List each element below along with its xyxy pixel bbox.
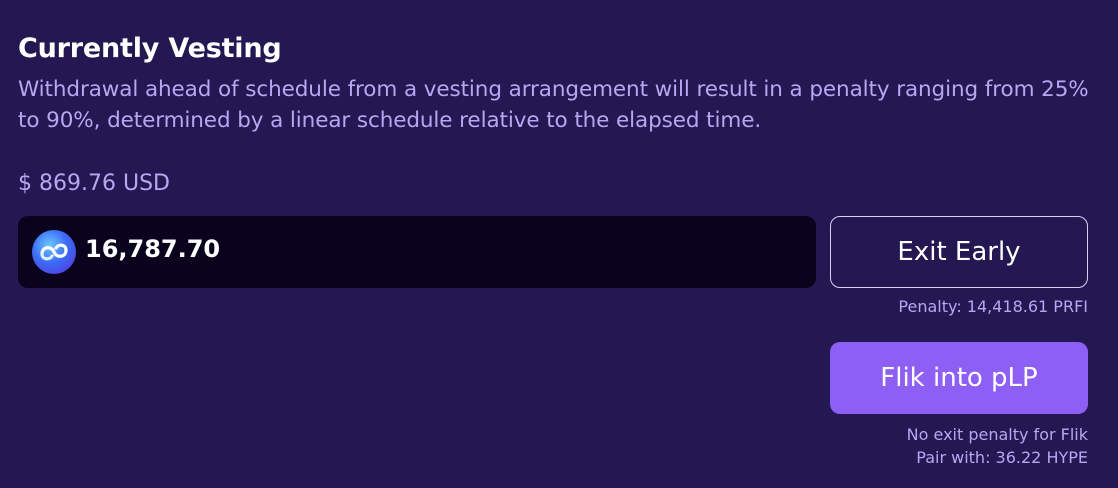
- exit-early-button[interactable]: Exit Early: [830, 216, 1088, 288]
- usd-value: $ 869.76 USD: [18, 171, 170, 196]
- token-logo-icon: [32, 230, 76, 274]
- flik-into-plp-button[interactable]: Flik into pLP: [830, 342, 1088, 414]
- pair-with-note: Pair with: 36.22 HYPE: [916, 448, 1088, 467]
- no-exit-penalty-note: No exit penalty for Flik: [906, 425, 1088, 444]
- penalty-text: Penalty: 14,418.61 PRFI: [898, 297, 1088, 316]
- vesting-amount-field: 16,787.70: [18, 216, 816, 288]
- vesting-amount: 16,787.70: [85, 235, 221, 263]
- section-title: Currently Vesting: [18, 33, 282, 64]
- vesting-panel: Currently Vesting Withdrawal ahead of sc…: [0, 0, 1118, 488]
- section-description: Withdrawal ahead of schedule from a vest…: [18, 77, 1089, 133]
